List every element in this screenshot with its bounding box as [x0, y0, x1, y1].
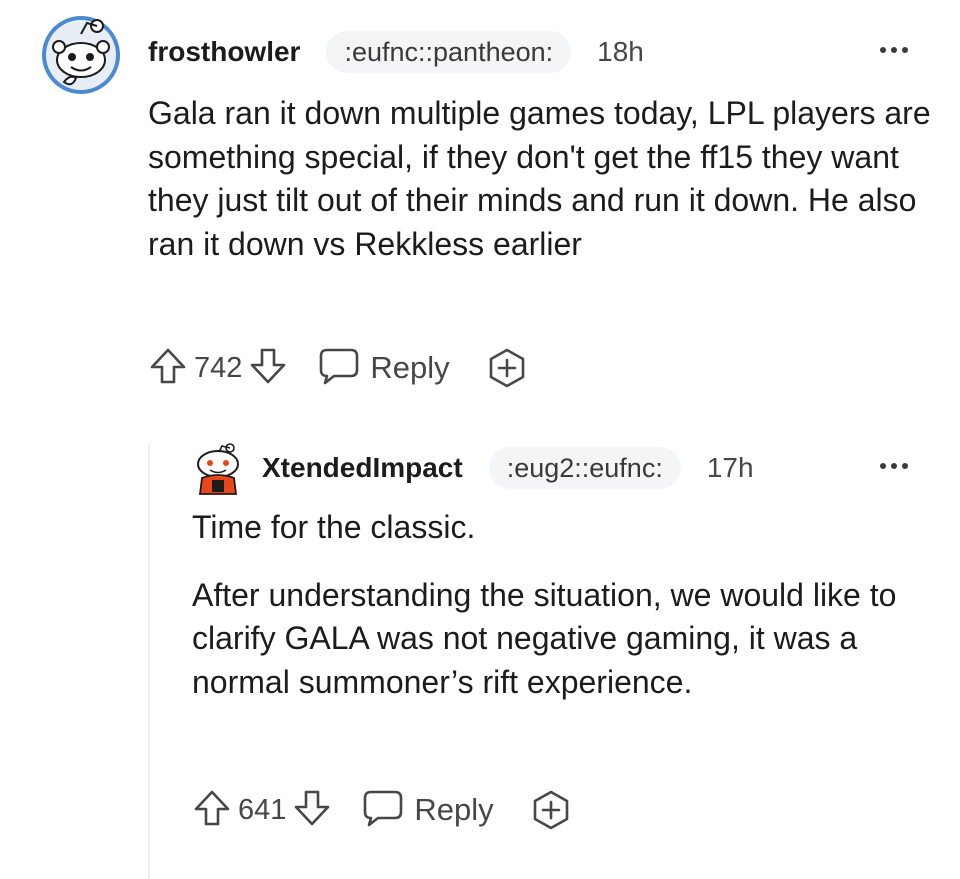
- avatar[interactable]: [192, 442, 244, 496]
- vote-count: 742: [194, 351, 243, 384]
- comment-paragraph: Time for the classic.: [192, 509, 476, 545]
- comment-actions: 742 Reply: [148, 344, 528, 392]
- avatar[interactable]: [40, 14, 122, 96]
- snoo-avatar-icon: [42, 16, 120, 94]
- comment-paragraph: Gala ran it down multiple games today, L…: [148, 95, 931, 262]
- more-options-button[interactable]: [872, 448, 916, 484]
- timestamp: 18h: [597, 36, 644, 67]
- username[interactable]: XtendedImpact: [262, 452, 463, 484]
- reply-button[interactable]: Reply: [318, 346, 450, 391]
- award-plus-icon: [489, 348, 524, 388]
- comment-paragraph: After understanding the situation, we wo…: [192, 576, 897, 700]
- more-options-button[interactable]: [872, 32, 916, 68]
- speech-bubble-icon: [318, 346, 360, 391]
- upvote-icon[interactable]: [192, 788, 232, 833]
- comment-body: Time for the classic. After understandin…: [192, 506, 932, 704]
- ellipsis-icon: [872, 448, 916, 484]
- reply-label: Reply: [414, 792, 494, 827]
- downvote-icon[interactable]: [292, 788, 332, 833]
- award-plus-icon: [533, 790, 568, 830]
- user-flair: :eug2::eufnc:: [488, 447, 681, 489]
- username[interactable]: frosthowler: [148, 36, 300, 68]
- ellipsis-icon: [872, 32, 916, 68]
- reply-button[interactable]: Reply: [362, 788, 494, 833]
- snoo-avatar-icon: [197, 443, 239, 495]
- thread-line[interactable]: [148, 444, 150, 879]
- award-button[interactable]: [530, 789, 572, 831]
- user-flair: :eufnc::pantheon:: [326, 31, 572, 73]
- comment-actions: 641 Reply: [192, 786, 572, 834]
- comment-header: XtendedImpact :eug2::eufnc: 17h: [262, 447, 754, 489]
- upvote-icon[interactable]: [148, 346, 188, 391]
- comment-header: frosthowler :eufnc::pantheon: 18h: [148, 30, 644, 74]
- comment-body: Gala ran it down multiple games today, L…: [148, 92, 938, 266]
- award-button[interactable]: [486, 347, 528, 389]
- timestamp: 17h: [706, 452, 754, 483]
- reply-label: Reply: [370, 350, 450, 385]
- speech-bubble-icon: [362, 788, 404, 833]
- vote-count: 641: [238, 793, 287, 826]
- downvote-icon[interactable]: [248, 346, 288, 391]
